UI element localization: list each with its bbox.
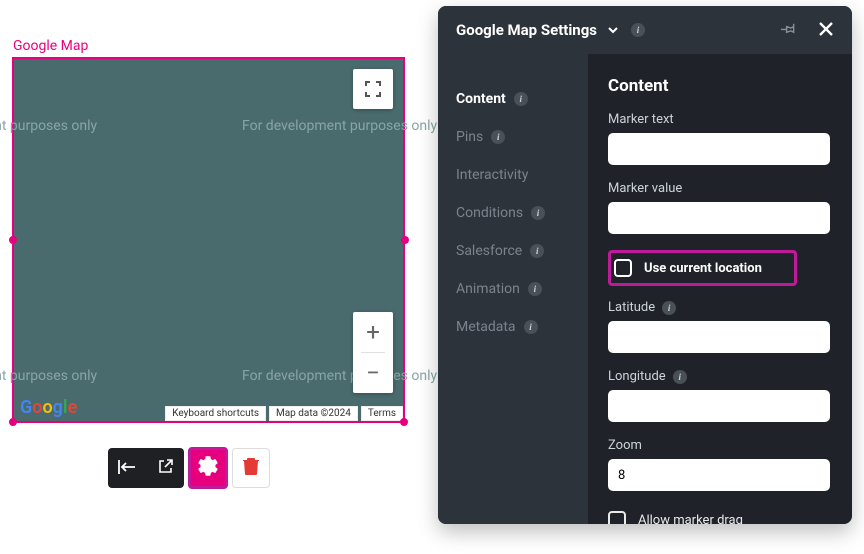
- map-attribution: Keyboard shortcuts Map data ©2024 Terms: [165, 406, 403, 421]
- map-data-label: Map data ©2024: [269, 406, 358, 421]
- external-link-icon: [158, 459, 173, 478]
- panel-nav: Contenti Pinsi Interactivity Conditionsi…: [438, 54, 588, 524]
- close-button[interactable]: [812, 16, 840, 44]
- close-icon: [818, 18, 834, 42]
- settings-panel: Google Map Settings i Contenti Pinsi: [438, 6, 852, 524]
- allow-marker-drag-row[interactable]: Allow marker drag: [608, 511, 832, 524]
- fullscreen-icon: [364, 80, 382, 98]
- zoom-control: + −: [353, 312, 393, 393]
- panel-content: Content Marker text Marker value Use cur…: [588, 54, 852, 524]
- nav-item-metadata[interactable]: Metadatai: [438, 308, 588, 346]
- trash-icon: [243, 457, 259, 479]
- marker-value-label: Marker value: [608, 181, 832, 196]
- panel-title: Google Map Settings: [456, 21, 597, 39]
- zoom-in-button[interactable]: +: [353, 312, 393, 352]
- info-icon[interactable]: i: [531, 206, 545, 220]
- zoom-label: Zoom: [608, 438, 832, 453]
- info-icon[interactable]: i: [491, 130, 505, 144]
- settings-button[interactable]: [188, 447, 228, 489]
- allow-marker-drag-label: Allow marker drag: [638, 513, 743, 525]
- delete-button[interactable]: [232, 448, 270, 488]
- dev-watermark: For development purposes only: [242, 118, 437, 134]
- dev-watermark: For development purposes only: [242, 368, 437, 384]
- pin-button[interactable]: [774, 16, 802, 44]
- zoom-input[interactable]: [608, 459, 830, 491]
- zoom-out-button[interactable]: −: [353, 353, 393, 393]
- dev-watermark: For development purposes only: [0, 368, 97, 384]
- marker-text-label: Marker text: [608, 112, 832, 127]
- fullscreen-button[interactable]: [353, 69, 393, 109]
- nav-item-pins[interactable]: Pinsi: [438, 118, 588, 156]
- widget-toolbar: [108, 447, 270, 489]
- latitude-label: Latitudei: [608, 300, 832, 315]
- info-icon[interactable]: i: [524, 320, 538, 334]
- info-icon[interactable]: i: [662, 301, 676, 315]
- chevron-down-icon[interactable]: [607, 21, 619, 40]
- keyboard-shortcuts-link[interactable]: Keyboard shortcuts: [165, 406, 266, 421]
- align-button[interactable]: [108, 448, 146, 488]
- external-button[interactable]: [146, 448, 184, 488]
- info-icon[interactable]: i: [530, 244, 544, 258]
- info-icon[interactable]: i: [514, 92, 528, 106]
- info-icon[interactable]: i: [673, 370, 687, 384]
- nav-item-animation[interactable]: Animationi: [438, 270, 588, 308]
- longitude-label: Longitudei: [608, 369, 832, 384]
- map-preview[interactable]: For development purposes only For develo…: [12, 57, 405, 423]
- terms-link[interactable]: Terms: [361, 406, 403, 421]
- dev-watermark: For development purposes only: [0, 118, 97, 134]
- longitude-input[interactable]: [608, 390, 830, 422]
- nav-item-salesforce[interactable]: Salesforcei: [438, 232, 588, 270]
- section-title: Content: [608, 76, 832, 96]
- marker-value-input[interactable]: [608, 202, 830, 234]
- gear-icon: [198, 456, 218, 480]
- use-current-location-label: Use current location: [644, 261, 762, 276]
- latitude-input[interactable]: [608, 321, 830, 353]
- use-current-location-row[interactable]: Use current location: [608, 250, 797, 286]
- nav-item-content[interactable]: Contenti: [438, 80, 588, 118]
- panel-header: Google Map Settings i: [438, 6, 852, 54]
- info-icon[interactable]: i: [528, 282, 542, 296]
- nav-item-conditions[interactable]: Conditionsi: [438, 194, 588, 232]
- marker-text-input[interactable]: [608, 133, 830, 165]
- nav-item-interactivity[interactable]: Interactivity: [438, 156, 588, 194]
- info-icon[interactable]: i: [631, 23, 645, 37]
- align-left-icon: [118, 459, 136, 478]
- widget-label: Google Map: [13, 38, 88, 54]
- allow-marker-drag-checkbox[interactable]: [608, 511, 626, 524]
- pin-icon: [780, 20, 796, 40]
- use-current-location-checkbox[interactable]: [614, 259, 632, 277]
- google-logo: Google: [20, 397, 77, 418]
